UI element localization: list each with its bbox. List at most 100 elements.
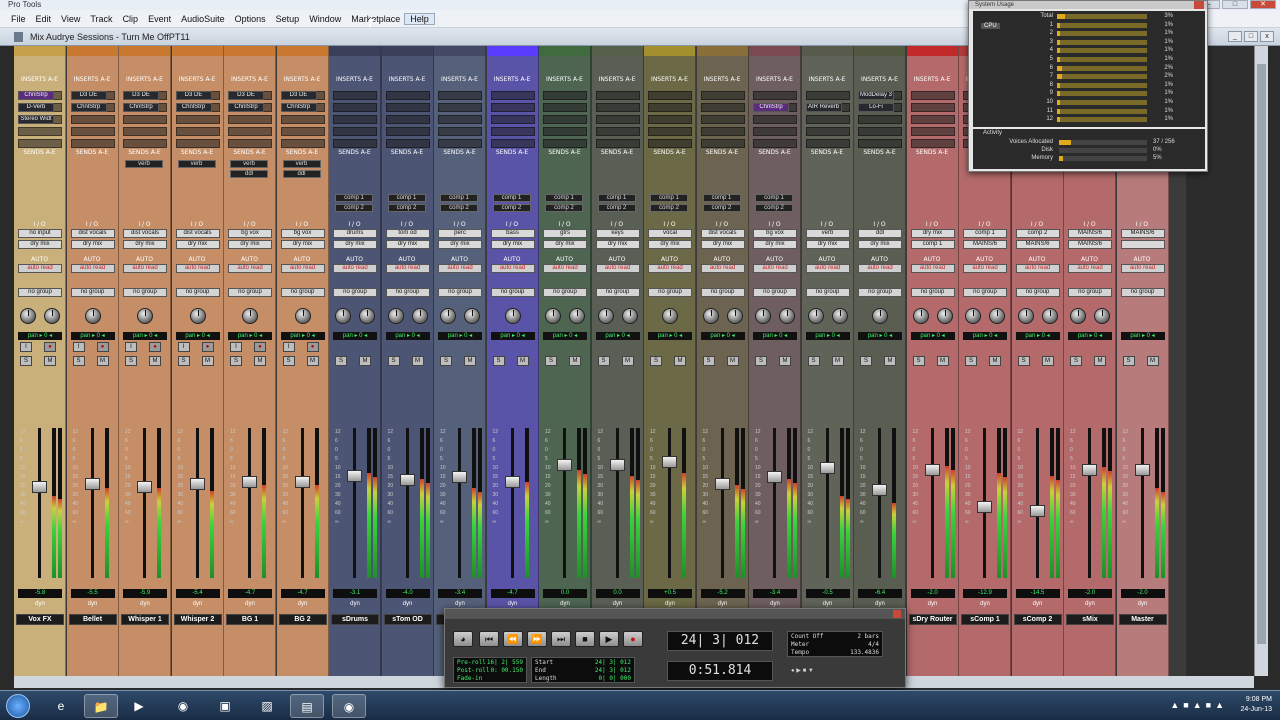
insert-slot[interactable]	[333, 127, 377, 136]
pan-knob-icon[interactable]	[872, 308, 888, 324]
group-selector[interactable]: no group	[1068, 288, 1112, 297]
input-selector[interactable]: bg vox	[228, 229, 272, 238]
solo-button[interactable]: S	[440, 356, 452, 366]
pan-right-knob-icon[interactable]	[411, 308, 428, 324]
solo-button[interactable]: S	[912, 356, 925, 366]
insert-plugin[interactable]: Lo-Fi	[858, 103, 894, 112]
automation-mode-selector[interactable]: auto read	[1015, 264, 1060, 273]
input-selector[interactable]: bg vox	[753, 229, 797, 238]
insert-slot[interactable]	[490, 139, 535, 148]
group-selector[interactable]: no group	[1120, 288, 1165, 297]
insert-slot[interactable]	[753, 127, 797, 136]
output-selector[interactable]: dry mix	[648, 240, 692, 249]
insert-slot[interactable]	[123, 139, 167, 148]
mute-button[interactable]: M	[989, 356, 1001, 366]
send-slot[interactable]: comp 1	[335, 194, 373, 202]
pan-right-knob-icon[interactable]	[569, 308, 585, 324]
menu-setup[interactable]: Setup	[271, 14, 305, 24]
fader-track[interactable]	[458, 428, 461, 578]
track-comments[interactable]	[333, 630, 377, 660]
volume-fader[interactable]	[1082, 464, 1097, 477]
automation-mode-selector[interactable]: auto read	[595, 264, 640, 273]
solo-button[interactable]: S	[125, 356, 137, 366]
ie-icon[interactable]: e	[44, 694, 78, 718]
volume-fader[interactable]	[32, 481, 47, 494]
input-monitor-button[interactable]: I	[20, 342, 32, 352]
input-selector[interactable]: tom od	[385, 229, 430, 238]
insert-slot[interactable]	[910, 127, 955, 136]
track-comments[interactable]	[18, 630, 62, 660]
insert-slot[interactable]	[123, 127, 167, 136]
insert-slot[interactable]	[910, 115, 955, 124]
output-selector[interactable]: dry mix	[70, 240, 115, 249]
input-selector[interactable]: ddl	[858, 229, 902, 238]
app-icon[interactable]: ▣	[208, 694, 242, 718]
mute-button[interactable]: M	[936, 356, 949, 366]
insert-plugin[interactable]: ChnlStrp	[228, 103, 264, 112]
insert-slot[interactable]	[595, 139, 640, 148]
solo-button[interactable]: S	[335, 356, 347, 366]
pan-right-knob-icon[interactable]	[1041, 308, 1058, 324]
fader-track[interactable]	[248, 428, 251, 578]
pan-knob-icon[interactable]	[662, 308, 678, 324]
group-selector[interactable]: no group	[385, 288, 430, 297]
pan-left-knob-icon[interactable]	[545, 308, 561, 324]
insert-slot[interactable]	[385, 103, 430, 112]
fader-track[interactable]	[878, 428, 881, 578]
input-selector[interactable]: comp 2	[1015, 229, 1060, 238]
pan-left-knob-icon[interactable]	[440, 308, 456, 324]
solo-button[interactable]: S	[20, 356, 32, 366]
volume-fader[interactable]	[557, 458, 572, 471]
volume-fader[interactable]	[977, 500, 992, 513]
mute-button[interactable]: M	[779, 356, 791, 366]
mute-button[interactable]: M	[1041, 356, 1054, 366]
insert-slot[interactable]	[648, 91, 692, 100]
insert-slot[interactable]	[595, 91, 640, 100]
automation-mode-selector[interactable]: auto read	[648, 264, 692, 273]
output-selector[interactable]: dry mix	[595, 240, 640, 249]
insert-slot[interactable]	[123, 115, 167, 124]
menu-edit[interactable]: Edit	[31, 14, 57, 24]
insert-slot[interactable]	[700, 115, 745, 124]
insert-slot[interactable]	[648, 139, 692, 148]
pan-right-knob-icon[interactable]	[831, 308, 848, 324]
insert-plugin[interactable]: ChnlStrp	[175, 103, 212, 112]
insert-slot[interactable]	[700, 91, 745, 100]
insert-slot[interactable]	[805, 91, 850, 100]
insert-slot[interactable]	[490, 115, 535, 124]
group-selector[interactable]: no group	[648, 288, 692, 297]
solo-button[interactable]: S	[650, 356, 662, 366]
output-selector[interactable]: dry mix	[385, 240, 430, 249]
send-slot[interactable]: comp 1	[597, 194, 636, 202]
automation-mode-selector[interactable]: auto read	[280, 264, 325, 273]
send-slot[interactable]: comp 2	[492, 204, 531, 212]
fast-forward-button[interactable]: ⏩	[527, 631, 547, 647]
insert-slot[interactable]	[700, 127, 745, 136]
mute-button[interactable]: M	[674, 356, 686, 366]
mute-button[interactable]: M	[306, 356, 319, 366]
insert-slot[interactable]	[805, 139, 850, 148]
insert-plugin[interactable]: ChnlStrp	[18, 91, 54, 100]
pro-tools-doc-icon[interactable]: ▤	[290, 694, 324, 718]
automation-mode-selector[interactable]: auto read	[228, 264, 272, 273]
insert-slot[interactable]	[805, 115, 850, 124]
output-selector[interactable]: dry mix	[438, 240, 482, 249]
fader-track[interactable]	[668, 428, 671, 578]
automation-mode-selector[interactable]: auto read	[858, 264, 902, 273]
fader-track[interactable]	[563, 428, 566, 578]
pro-tools-icon[interactable]: ◉	[332, 694, 366, 718]
send-slot[interactable]: comp 2	[387, 204, 426, 212]
group-selector[interactable]: no group	[1015, 288, 1060, 297]
volume-fader[interactable]	[452, 471, 467, 484]
send-slot[interactable]: comp 1	[702, 194, 741, 202]
insert-slot[interactable]	[228, 127, 272, 136]
insert-plugin[interactable]: ModDelay 3	[858, 91, 894, 100]
automation-mode-selector[interactable]: auto read	[805, 264, 850, 273]
insert-slot[interactable]	[70, 139, 115, 148]
volume-fader[interactable]	[662, 456, 677, 468]
output-selector[interactable]: dry mix	[490, 240, 535, 249]
group-selector[interactable]: no group	[333, 288, 377, 297]
input-monitor-button[interactable]: I	[125, 342, 137, 352]
output-selector[interactable]: dry mix	[175, 240, 220, 249]
track-name[interactable]: sDry Router	[908, 614, 957, 625]
